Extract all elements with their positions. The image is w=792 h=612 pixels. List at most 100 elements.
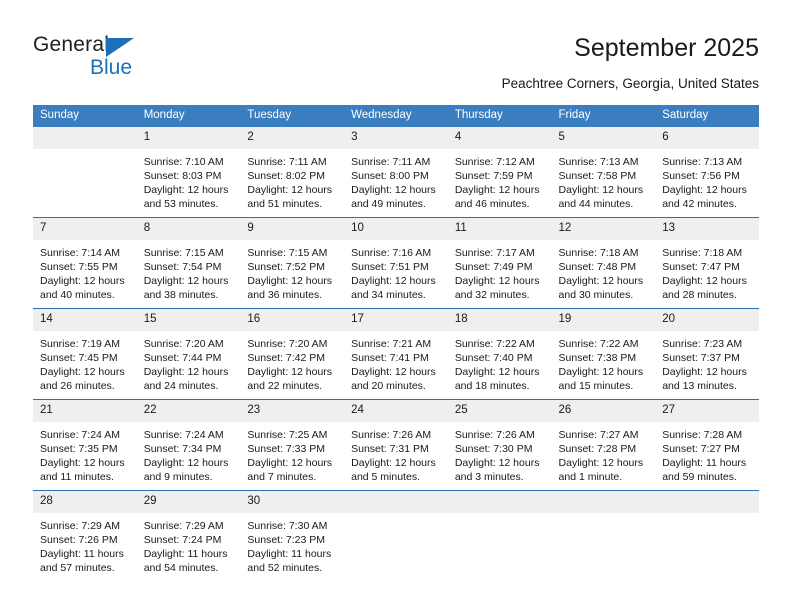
day-number: 2 [240,127,345,149]
calendar-day-cell[interactable]: 23 Sunrise: 7:25 AM Sunset: 7:33 PM Dayligh… [240,399,345,491]
calendar-day-cell[interactable]: 29 Sunrise: 7:29 AM Sunset: 7:24 PM Dayligh… [136,490,241,581]
day-number: 30 [240,491,345,513]
calendar-day-cell[interactable]: 25 Sunrise: 7:26 AM Sunset: 7:30 PM Dayligh… [447,399,552,491]
day-cell-inner: 12 Sunrise: 7:18 AM Sunset: 7:48 PM Dayligh… [551,218,656,308]
calendar-day-cell[interactable]: 27 Sunrise: 7:28 AM Sunset: 7:27 PM Dayligh… [655,399,759,491]
calendar-day-cell[interactable]: 19 Sunrise: 7:22 AM Sunset: 7:38 PM Dayligh… [551,308,656,400]
weekday-header-sunday: Sunday [33,105,137,127]
day-number: 10 [344,218,448,240]
day-details: Sunrise: 7:30 AM Sunset: 7:23 PM Daylight:… [240,513,344,575]
calendar-day-cell[interactable]: 10 Sunrise: 7:16 AM Sunset: 7:51 PM Dayligh… [344,217,448,309]
day-details: Sunrise: 7:19 AM Sunset: 7:45 PM Daylight:… [33,331,137,393]
daylight-text: Daylight: 12 hours and 51 minutes. [247,184,333,210]
day-details: Sunrise: 7:13 AM Sunset: 7:58 PM Daylight:… [552,149,656,211]
calendar-day-cell[interactable]: 20 Sunrise: 7:23 AM Sunset: 7:37 PM Dayligh… [655,308,759,400]
calendar-day-cell[interactable]: 1 Sunrise: 7:10 AM Sunset: 8:03 PM Daylight… [136,127,241,218]
day-details: Sunrise: 7:13 AM Sunset: 7:56 PM Daylight:… [655,149,759,211]
daylight-text: Daylight: 12 hours and 5 minutes. [351,457,436,483]
calendar-day-cell[interactable]: 16 Sunrise: 7:20 AM Sunset: 7:42 PM Dayligh… [240,308,345,400]
calendar-day-cell[interactable]: 14 Sunrise: 7:19 AM Sunset: 7:45 PM Dayligh… [33,308,137,400]
daylight-text: Daylight: 12 hours and 26 minutes. [40,366,125,392]
day-cell-inner: 24 Sunrise: 7:26 AM Sunset: 7:31 PM Dayligh… [344,400,448,490]
daylight-text: Daylight: 11 hours and 52 minutes. [247,548,332,574]
sunset-text: Sunset: 7:51 PM [351,261,429,273]
general-blue-logo[interactable]: General Blue [33,33,213,83]
sunrise-text: Sunrise: 7:15 AM [247,247,328,259]
sunrise-text: Sunrise: 7:22 AM [454,338,535,350]
calendar-page: General Blue September 2025 Peachtree Co… [0,0,792,612]
sunset-text: Sunset: 7:48 PM [558,261,637,273]
day-number [344,491,448,513]
calendar-day-cell[interactable]: 30 Sunrise: 7:30 AM Sunset: 7:23 PM Dayligh… [240,490,345,581]
calendar-day-cell-empty [33,127,137,218]
calendar-day-cell[interactable]: 13 Sunrise: 7:18 AM Sunset: 7:47 PM Dayligh… [655,217,759,309]
sunrise-text: Sunrise: 7:29 AM [40,520,120,532]
day-number: 20 [655,309,759,331]
calendar-day-cell[interactable]: 12 Sunrise: 7:18 AM Sunset: 7:48 PM Dayligh… [551,217,656,309]
day-number: 26 [551,400,656,422]
calendar-day-cell[interactable]: 8 Sunrise: 7:15 AM Sunset: 7:54 PM Daylight… [136,217,241,309]
calendar-day-cell[interactable]: 24 Sunrise: 7:26 AM Sunset: 7:31 PM Dayligh… [344,399,448,491]
daylight-text: Daylight: 12 hours and 53 minutes. [143,184,229,210]
daylight-text: Daylight: 12 hours and 20 minutes. [351,366,436,392]
day-details: Sunrise: 7:18 AM Sunset: 7:48 PM Daylight:… [552,240,656,302]
day-cell-inner: 28 Sunrise: 7:29 AM Sunset: 7:26 PM Dayligh… [33,491,137,581]
page-title: September 2025 [574,34,759,62]
calendar-day-cell[interactable]: 15 Sunrise: 7:20 AM Sunset: 7:44 PM Dayligh… [136,308,241,400]
day-cell-inner: 13 Sunrise: 7:18 AM Sunset: 7:47 PM Dayligh… [655,218,759,308]
daylight-text: Daylight: 12 hours and 38 minutes. [143,275,229,301]
day-details: Sunrise: 7:24 AM Sunset: 7:34 PM Daylight:… [137,422,241,484]
calendar-day-cell[interactable]: 22 Sunrise: 7:24 AM Sunset: 7:34 PM Dayligh… [136,399,241,491]
calendar-body: 1 Sunrise: 7:10 AM Sunset: 8:03 PM Daylight… [33,127,759,581]
logo-triangle-icon [106,38,134,57]
sunset-text: Sunset: 7:41 PM [351,352,429,364]
calendar-day-cell[interactable]: 7 Sunrise: 7:14 AM Sunset: 7:55 PM Daylight… [33,217,137,309]
daylight-text: Daylight: 11 hours and 54 minutes. [143,548,228,574]
sunrise-text: Sunrise: 7:11 AM [247,156,327,168]
weekday-header-thursday: Thursday [447,105,552,127]
sunrise-text: Sunrise: 7:18 AM [662,247,743,259]
day-details: Sunrise: 7:23 AM Sunset: 7:37 PM Daylight:… [655,331,759,393]
daylight-text: Daylight: 12 hours and 24 minutes. [143,366,229,392]
day-cell-inner: 30 Sunrise: 7:30 AM Sunset: 7:23 PM Dayligh… [240,491,345,581]
sunrise-text: Sunrise: 7:10 AM [143,156,224,168]
calendar-day-cell[interactable]: 4 Sunrise: 7:12 AM Sunset: 7:59 PM Daylight… [447,127,552,218]
day-number: 13 [655,218,759,240]
calendar-day-cell[interactable]: 17 Sunrise: 7:21 AM Sunset: 7:41 PM Dayligh… [344,308,448,400]
sunset-text: Sunset: 7:55 PM [40,261,118,273]
day-number: 7 [33,218,137,240]
day-details: Sunrise: 7:24 AM Sunset: 7:35 PM Daylight:… [33,422,137,484]
calendar-day-cell[interactable]: 21 Sunrise: 7:24 AM Sunset: 7:35 PM Dayligh… [33,399,137,491]
calendar-day-cell[interactable]: 5 Sunrise: 7:13 AM Sunset: 7:58 PM Daylight… [551,127,656,218]
day-cell-inner: 8 Sunrise: 7:15 AM Sunset: 7:54 PM Daylight… [136,218,241,308]
calendar-day-cell[interactable]: 26 Sunrise: 7:27 AM Sunset: 7:28 PM Dayligh… [551,399,656,491]
calendar-day-cell[interactable]: 18 Sunrise: 7:22 AM Sunset: 7:40 PM Dayligh… [447,308,552,400]
sunrise-text: Sunrise: 7:14 AM [40,247,120,259]
day-details: Sunrise: 7:15 AM Sunset: 7:52 PM Daylight:… [240,240,344,302]
day-details: Sunrise: 7:29 AM Sunset: 7:24 PM Daylight:… [137,513,241,575]
calendar-day-cell[interactable]: 3 Sunrise: 7:11 AM Sunset: 8:00 PM Daylight… [344,127,448,218]
calendar-day-cell[interactable]: 2 Sunrise: 7:11 AM Sunset: 8:02 PM Daylight… [240,127,345,218]
sunset-text: Sunset: 8:00 PM [351,170,429,182]
calendar-day-cell[interactable]: 6 Sunrise: 7:13 AM Sunset: 7:56 PM Daylight… [655,127,759,218]
day-cell-inner [655,491,759,581]
calendar-week-row: 1 Sunrise: 7:10 AM Sunset: 8:03 PM Daylight… [33,127,759,218]
sunset-text: Sunset: 7:42 PM [247,352,326,364]
sunrise-text: Sunrise: 7:11 AM [351,156,431,168]
day-cell-inner: 4 Sunrise: 7:12 AM Sunset: 7:59 PM Daylight… [447,127,552,217]
day-number: 12 [551,218,656,240]
sunrise-text: Sunrise: 7:26 AM [454,429,535,441]
day-cell-inner: 21 Sunrise: 7:24 AM Sunset: 7:35 PM Dayligh… [33,400,137,490]
calendar-day-cell[interactable]: 11 Sunrise: 7:17 AM Sunset: 7:49 PM Dayligh… [447,217,552,309]
calendar-day-cell[interactable]: 9 Sunrise: 7:15 AM Sunset: 7:52 PM Daylight… [240,217,345,309]
daylight-text: Daylight: 12 hours and 1 minute. [558,457,644,483]
calendar-day-cell[interactable]: 28 Sunrise: 7:29 AM Sunset: 7:26 PM Dayligh… [33,490,137,581]
calendar-header-row: Sunday Monday Tuesday Wednesday Thursday… [33,105,759,127]
calendar-table: Sunday Monday Tuesday Wednesday Thursday… [33,105,759,581]
day-details: Sunrise: 7:14 AM Sunset: 7:55 PM Daylight:… [33,240,137,302]
day-details: Sunrise: 7:10 AM Sunset: 8:03 PM Daylight:… [137,149,241,211]
day-cell-inner: 9 Sunrise: 7:15 AM Sunset: 7:52 PM Daylight… [240,218,345,308]
calendar-day-cell-empty [344,490,448,581]
day-number: 28 [33,491,137,513]
day-number: 19 [551,309,656,331]
